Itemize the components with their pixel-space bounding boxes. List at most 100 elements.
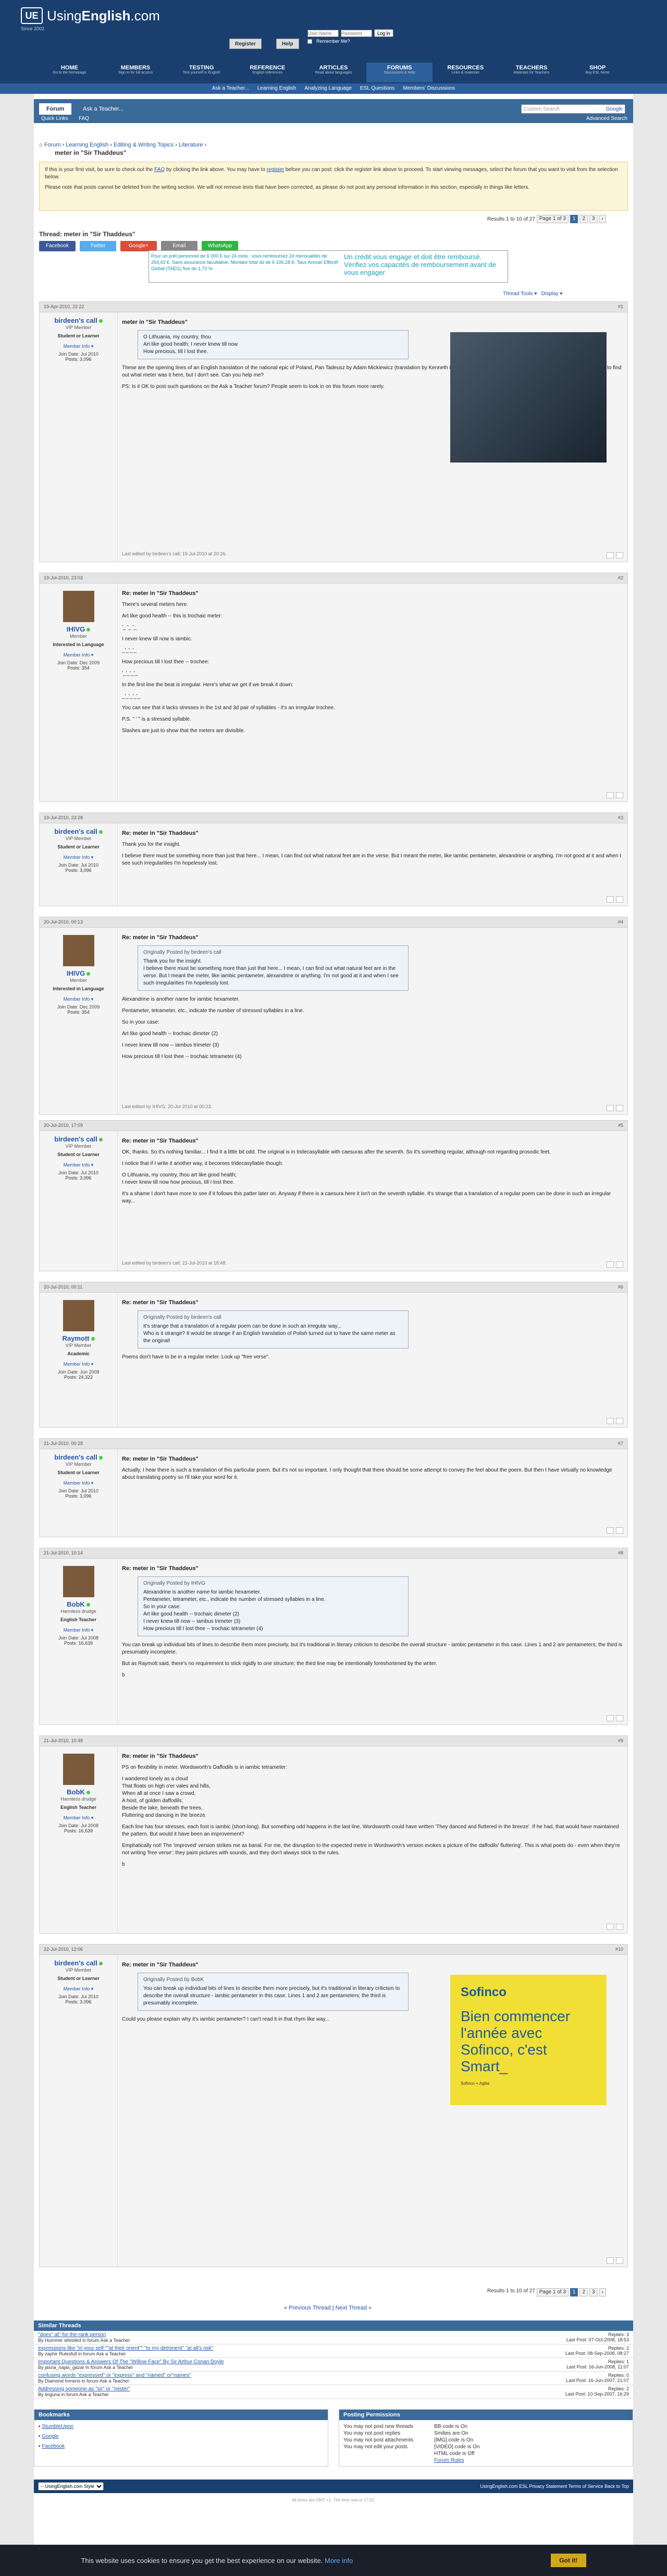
style-select[interactable]: -- UsingEnglish.com Style (38, 2482, 104, 2490)
username[interactable]: birdeen's call (44, 828, 113, 835)
post-number[interactable]: #2 (618, 575, 623, 581)
nav-item-teachers[interactable]: TEACHERS Materials for Teachers (499, 63, 565, 82)
avatar[interactable] (63, 1754, 94, 1785)
username[interactable]: BobK (44, 1600, 113, 1608)
nav-item-resources[interactable]: RESOURCES Links & materials (433, 63, 499, 82)
faq-link[interactable]: FAQ (79, 116, 89, 121)
share-whatsapp[interactable]: WhatsApp (202, 241, 238, 251)
post-number[interactable]: #7 (618, 1441, 623, 1447)
share-facebook[interactable]: Facebook (39, 241, 76, 251)
page-link[interactable]: 2 (579, 215, 588, 223)
username[interactable]: IHIVG (44, 969, 113, 977)
similar-thread-link[interactable]: confusing words "expressed" or "express"… (38, 2373, 191, 2378)
member-info-link[interactable]: Member Info ▾ (44, 1362, 113, 1367)
member-info-link[interactable]: Member Info ▾ (44, 652, 113, 658)
quote-button[interactable] (607, 1105, 614, 1111)
username-input[interactable] (307, 29, 339, 37)
quick-links[interactable]: Quick Links (41, 116, 68, 121)
reply-button[interactable] (616, 1527, 623, 1534)
subnav-link[interactable]: Analyzing Language (304, 83, 352, 94)
share-googleplus[interactable]: Google+ (120, 241, 157, 251)
side-ad[interactable]: Sofinco Bien commencer l'année avec Sofin… (450, 1975, 607, 2105)
similar-thread-link[interactable]: Addressing someone as "sir" or "mister" (38, 2386, 130, 2392)
thread-tools-menu[interactable]: Thread Tools (503, 291, 533, 297)
tab-ask-teacher[interactable]: Ask a Teacher... (76, 103, 131, 115)
quote-button[interactable] (607, 1418, 614, 1424)
password-input[interactable] (341, 29, 372, 37)
bookmark-link[interactable]: StumbleUpon (42, 2424, 73, 2429)
nav-item-reference[interactable]: REFERENCE English references (234, 63, 301, 82)
post-number[interactable]: #6 (618, 1284, 623, 1290)
username[interactable]: BobK (44, 1788, 113, 1796)
search-input[interactable]: Custom Search Google (521, 104, 625, 114)
member-info-link[interactable]: Member Info ▾ (44, 1162, 113, 1168)
register-link-notice[interactable]: register (267, 167, 284, 173)
cookie-accept-button[interactable]: Got it! (551, 2554, 586, 2567)
username[interactable]: birdeen's call (44, 1959, 113, 1967)
reply-button[interactable] (616, 1105, 623, 1111)
post-number[interactable]: #1 (618, 304, 623, 310)
next-page-link[interactable]: › (599, 215, 606, 223)
share-twitter[interactable]: Twitter (80, 241, 116, 251)
similar-thread-link[interactable]: "does" at" for the rank person (38, 2332, 106, 2338)
reply-button[interactable] (616, 1924, 623, 1930)
login-button[interactable]: Log in (374, 29, 393, 37)
member-info-link[interactable]: Member Info ▾ (44, 997, 113, 1002)
quote-button[interactable] (607, 1924, 614, 1930)
quote-button[interactable] (607, 896, 614, 903)
username[interactable]: birdeen's call (44, 317, 113, 324)
quote-button[interactable] (607, 1261, 614, 1268)
faq-link-notice[interactable]: FAQ (154, 167, 165, 173)
site-logo[interactable]: UE UsingEnglish.com Since 2002 (21, 7, 160, 31)
breadcrumb-link[interactable]: Literature (179, 142, 203, 148)
reply-button[interactable] (616, 1418, 623, 1424)
cookie-more-link[interactable]: More info (325, 2557, 353, 2565)
bookmark-link[interactable]: Facebook (42, 2444, 65, 2449)
member-info-link[interactable]: Member Info ▾ (44, 1986, 113, 1992)
avatar[interactable] (63, 935, 94, 966)
google-search-button[interactable]: Google (606, 106, 623, 112)
quote-button[interactable] (607, 2257, 614, 2264)
reply-button[interactable] (616, 1715, 623, 1721)
home-icon[interactable]: ⌂ (39, 142, 44, 148)
tab-forum[interactable]: Forum (39, 103, 72, 115)
advanced-search-link[interactable]: Advanced Search (586, 116, 627, 121)
ad-banner[interactable]: Pour un prêt personnel de 6 000 € sur 24… (149, 250, 508, 283)
forum-rules-link[interactable]: Forum Rules (434, 2458, 464, 2463)
member-info-link[interactable]: Member Info ▾ (44, 1815, 113, 1821)
reply-button[interactable] (616, 896, 623, 903)
remember-checkbox[interactable] (307, 39, 312, 44)
breadcrumb-link[interactable]: Editing & Writing Topics (114, 142, 174, 148)
side-ad[interactable] (450, 332, 607, 463)
member-info-link[interactable]: Member Info ▾ (44, 1480, 113, 1486)
subnav-link[interactable]: Members' Discussions (403, 83, 455, 94)
subnav-link[interactable]: ESL Questions (360, 83, 394, 94)
reply-button[interactable] (616, 792, 623, 798)
post-number[interactable]: #3 (618, 815, 623, 821)
member-info-link[interactable]: Member Info ▾ (44, 1627, 113, 1633)
post-number[interactable]: #5 (618, 1123, 623, 1128)
nav-item-forums[interactable]: FORUMS Discussions & Help (366, 63, 433, 82)
username[interactable]: IHIVG (44, 625, 113, 633)
page-link[interactable]: 3 (589, 2288, 598, 2296)
help-button[interactable]: Help (276, 39, 299, 49)
quote-button[interactable] (607, 792, 614, 798)
reply-button[interactable] (616, 552, 623, 558)
similar-thread-link[interactable]: Important Questions & Answers Of The "Wi… (38, 2359, 224, 2365)
nav-item-members[interactable]: MEMBERS Sign in for full access (103, 63, 169, 82)
bookmark-link[interactable]: Google (42, 2434, 58, 2439)
quote-button[interactable] (607, 1715, 614, 1721)
subnav-link[interactable]: Learning English (257, 83, 297, 94)
page-link[interactable]: 1 (570, 215, 578, 223)
page-link[interactable]: 2 (579, 2288, 588, 2296)
nav-item-home[interactable]: HOME Go to the homepage (36, 63, 103, 82)
nav-item-testing[interactable]: TESTING Test yourself in English (168, 63, 234, 82)
username[interactable]: birdeen's call (44, 1453, 113, 1461)
post-number[interactable]: #9 (618, 1738, 623, 1744)
next-thread-link[interactable]: Next Thread » (336, 2305, 372, 2311)
avatar[interactable] (63, 1300, 94, 1331)
username[interactable]: birdeen's call (44, 1135, 113, 1143)
quote-button[interactable] (607, 1527, 614, 1534)
avatar[interactable] (63, 1566, 94, 1597)
display-menu[interactable]: Display (541, 291, 559, 297)
